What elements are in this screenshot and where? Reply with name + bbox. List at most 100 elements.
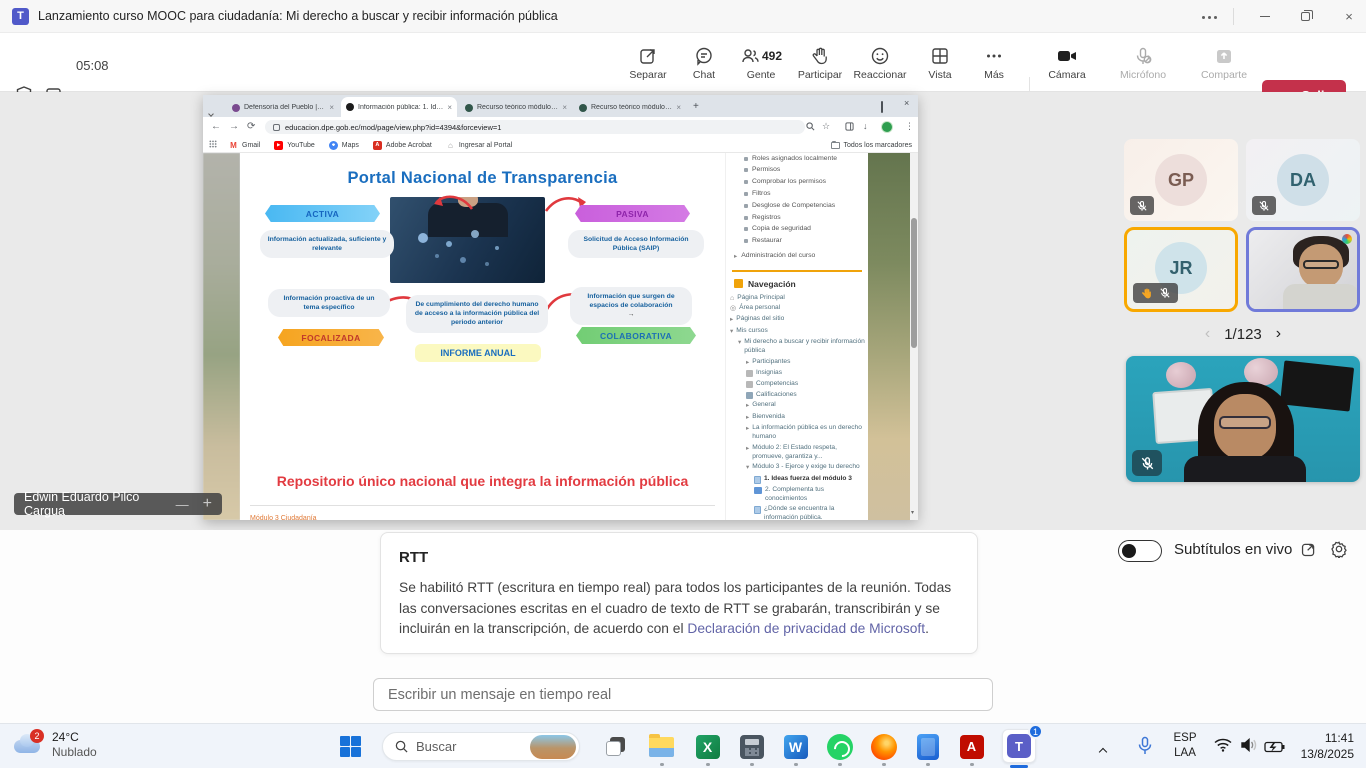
admin-item[interactable]: Copia de seguridad	[726, 224, 868, 236]
share-button[interactable]: Comparte	[1194, 38, 1254, 88]
scrollbar-down-icon[interactable]: ▾	[911, 509, 914, 516]
browser-tab-2-active[interactable]: Información pública: 1. Ideas f... ×	[341, 97, 457, 117]
page-next-icon[interactable]: ›	[1276, 325, 1281, 343]
restore-button[interactable]	[1288, 0, 1322, 33]
zoom-in-icon[interactable]: +	[203, 495, 212, 513]
admin-item[interactable]: Permisos	[726, 165, 868, 177]
nav-tree-item[interactable]: ▸ Participantes	[726, 357, 868, 369]
breakout-button[interactable]: Separar	[619, 38, 677, 88]
excel-icon[interactable]: X	[694, 733, 721, 760]
reload-icon[interactable]: ⟳	[247, 121, 255, 132]
nav-tree-item[interactable]: Insignias	[726, 368, 868, 379]
browser-tab-3[interactable]: Recurso teórico módulo 2 (1)... ×	[460, 98, 572, 117]
back-icon[interactable]: ←	[211, 121, 221, 132]
chat-button[interactable]: Chat	[675, 38, 733, 88]
weather-condition[interactable]: Nublado	[52, 745, 97, 759]
admin-item[interactable]: Comprobar los permisos	[726, 177, 868, 189]
nav-tree-item[interactable]: ▸ Páginas del sitio	[726, 314, 868, 326]
bookmark-item[interactable]: A Adobe Acrobat	[373, 141, 432, 150]
download-icon[interactable]: ↓	[863, 121, 868, 131]
camera-button[interactable]: Cámara	[1038, 38, 1096, 88]
nav-tree-item[interactable]: 1. Ideas fuerza del módulo 3	[726, 474, 868, 485]
tab-close-icon[interactable]: ×	[676, 103, 681, 112]
weather-temp[interactable]: 24°C	[52, 730, 79, 744]
nav-tree-item[interactable]: ◎ Área personal	[726, 303, 868, 314]
browser-menu-icon[interactable]: ⋮	[905, 121, 914, 132]
nav-tree-item[interactable]: ⌂ Página Principal	[726, 293, 868, 304]
side-panel-icon[interactable]	[845, 122, 854, 133]
new-tab-button[interactable]: +	[693, 101, 699, 112]
participant-tile-da[interactable]: DA	[1246, 139, 1360, 221]
captions-popout-icon[interactable]	[1300, 541, 1317, 563]
nav-tree-item[interactable]: 2. Complementa tus conocimientos	[726, 485, 868, 504]
firefox-icon[interactable]	[870, 733, 897, 760]
spotlight-video-tile[interactable]	[1126, 356, 1360, 482]
address-bar[interactable]: educacion.dpe.gob.ec/mod/page/view.php?i…	[265, 120, 805, 134]
taskbar-search[interactable]: Buscar	[382, 732, 580, 761]
people-button[interactable]: 492 Gente	[729, 38, 793, 88]
participant-tile-gp[interactable]: GP	[1124, 139, 1238, 221]
privacy-statement-link[interactable]: Declaración de privacidad de Microsoft	[687, 621, 925, 636]
bookmark-item[interactable]: M Gmail	[229, 141, 260, 150]
task-view-button[interactable]	[602, 733, 629, 760]
tray-language[interactable]: ESP LAA	[1168, 731, 1202, 761]
file-explorer-icon[interactable]	[648, 733, 675, 760]
admin-item[interactable]: Desglose de Competencias	[726, 200, 868, 212]
nav-tree-item[interactable]: Calificaciones	[726, 390, 868, 401]
participant-tile-video-speaking[interactable]	[1246, 227, 1360, 312]
admin-item[interactable]: Filtros	[726, 188, 868, 200]
bookmark-star-icon[interactable]: ☆	[822, 121, 830, 132]
tab-close-icon[interactable]: ×	[329, 103, 334, 112]
close-button[interactable]: ×	[1332, 0, 1366, 33]
admin-root-item[interactable]: ▸ Administración del curso	[726, 248, 868, 264]
browser-close-button[interactable]: ×	[904, 98, 909, 108]
browser-profile-avatar[interactable]	[881, 121, 893, 133]
tray-expand-icon[interactable]	[1100, 742, 1106, 760]
nav-tree-item[interactable]: ▸ Bienvenida	[726, 412, 868, 424]
start-button[interactable]	[340, 736, 361, 757]
admin-item[interactable]: Roles asignados localmente	[726, 153, 868, 165]
admin-item[interactable]: Registros	[726, 212, 868, 224]
tab-close-icon[interactable]: ×	[447, 103, 452, 112]
nav-tree-item[interactable]: ¿Dónde se encuentra la información públi…	[726, 504, 868, 520]
acrobat-icon[interactable]: A	[958, 733, 985, 760]
nav-tree-item[interactable]: ▸ Módulo 2: El Estado respeta, promueve,…	[726, 443, 868, 462]
admin-item[interactable]: Restaurar	[726, 236, 868, 248]
page-prev-icon[interactable]: ‹	[1205, 325, 1210, 343]
phone-link-icon[interactable]	[914, 733, 941, 760]
nav-tree-item[interactable]: Competencias	[726, 379, 868, 390]
nav-tree-item[interactable]: ▾ Mi derecho a buscar y recibir informac…	[726, 337, 868, 356]
mic-button[interactable]: Micrófono	[1112, 38, 1174, 88]
bookmark-item[interactable]: ⌂ Ingresar al Portal	[446, 141, 512, 150]
tray-clock[interactable]: 11:41 13/8/2025	[1288, 730, 1354, 762]
word-icon[interactable]: W	[782, 733, 809, 760]
forward-icon[interactable]: →	[229, 121, 239, 132]
bookmark-item[interactable]: ▶ YouTube	[274, 141, 315, 150]
module-link[interactable]: Módulo 3 Ciudadanía	[250, 515, 317, 520]
nav-tree-item[interactable]: ▸ General	[726, 400, 868, 412]
apps-grid-icon[interactable]	[209, 140, 217, 150]
tray-mic-icon[interactable]	[1138, 736, 1152, 761]
browser-restore-button[interactable]	[881, 102, 883, 112]
captions-settings-icon[interactable]	[1330, 540, 1348, 563]
raise-hand-button[interactable]: Participar	[791, 38, 849, 88]
bookmark-item[interactable]: Maps	[329, 141, 359, 150]
live-captions-toggle[interactable]	[1118, 540, 1162, 562]
wifi-icon[interactable]	[1214, 738, 1232, 757]
zoom-icon[interactable]	[806, 122, 815, 133]
minimize-button[interactable]	[1248, 0, 1282, 33]
volume-icon[interactable]	[1240, 738, 1258, 757]
participant-tile-jr-hand-raised[interactable]: JR	[1124, 227, 1238, 312]
view-button[interactable]: Vista	[911, 38, 969, 88]
calculator-icon[interactable]	[738, 733, 765, 760]
whatsapp-icon[interactable]	[826, 733, 853, 760]
nav-tree-item[interactable]: ▾ Módulo 3 - Ejerce y exige tu derecho	[726, 462, 868, 474]
battery-icon[interactable]	[1264, 740, 1286, 758]
react-button[interactable]: Reaccionar	[849, 38, 911, 88]
all-bookmarks[interactable]: Todos los marcadores	[831, 142, 912, 149]
tab-close-icon[interactable]: ×	[562, 103, 567, 112]
zoom-out-icon[interactable]: —	[176, 497, 189, 512]
titlebar-more-button[interactable]	[1196, 9, 1222, 25]
browser-tab-4[interactable]: Recurso teórico módulo 1 (1)... ×	[574, 98, 686, 117]
nav-tree-item[interactable]: ▾ Mis cursos	[726, 326, 868, 338]
